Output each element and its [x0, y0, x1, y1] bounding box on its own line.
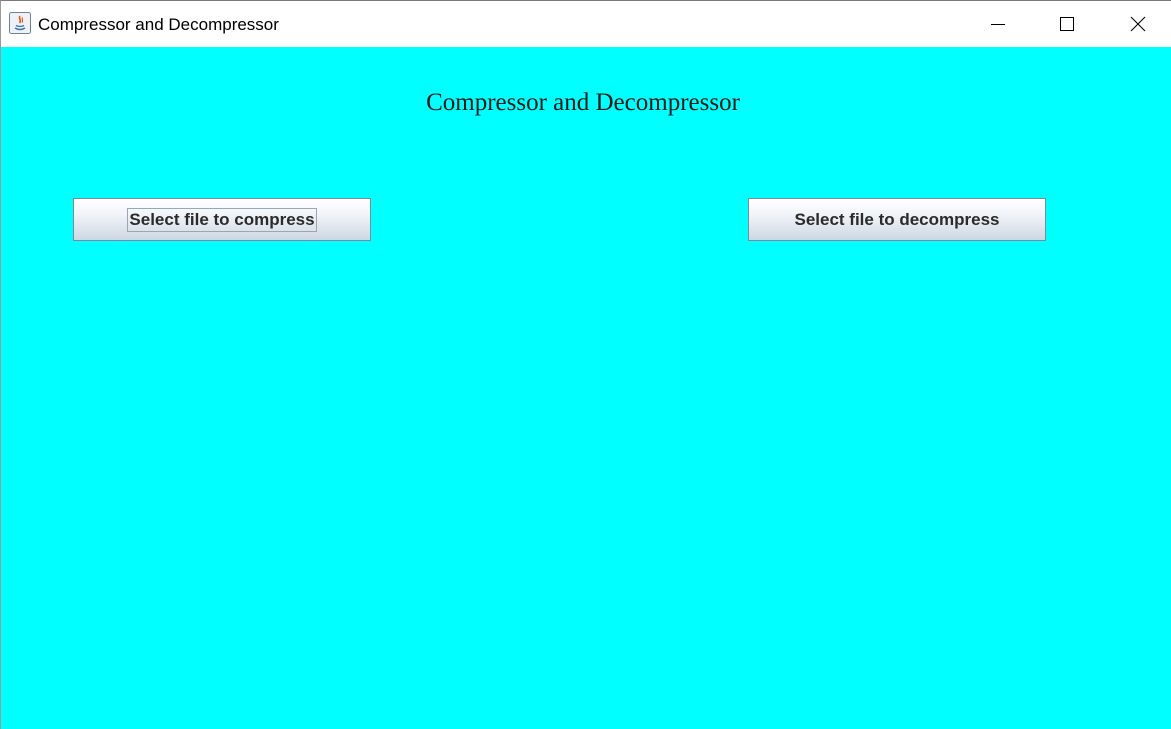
minimize-button[interactable] — [975, 1, 1021, 47]
minimize-icon — [990, 16, 1006, 32]
decompress-button-label: Select file to decompress — [794, 209, 1000, 229]
window-title: Compressor and Decompressor — [38, 15, 279, 34]
main-panel: Compressor and Decompressor Select file … — [1, 47, 1171, 729]
close-icon — [1130, 16, 1146, 32]
page-heading: Compressor and Decompressor — [426, 89, 740, 116]
select-compress-file-button[interactable]: Select file to compress — [73, 198, 371, 241]
app-window: Compressor and Decompressor Compressor a… — [0, 0, 1171, 729]
java-app-icon[interactable] — [9, 12, 31, 34]
select-decompress-file-button[interactable]: Select file to decompress — [748, 198, 1046, 241]
maximize-icon — [1059, 16, 1075, 32]
close-button[interactable] — [1115, 1, 1161, 47]
title-bar[interactable]: Compressor and Decompressor — [1, 1, 1171, 47]
maximize-button[interactable] — [1044, 1, 1090, 47]
compress-button-label: Select file to compress — [127, 207, 317, 232]
